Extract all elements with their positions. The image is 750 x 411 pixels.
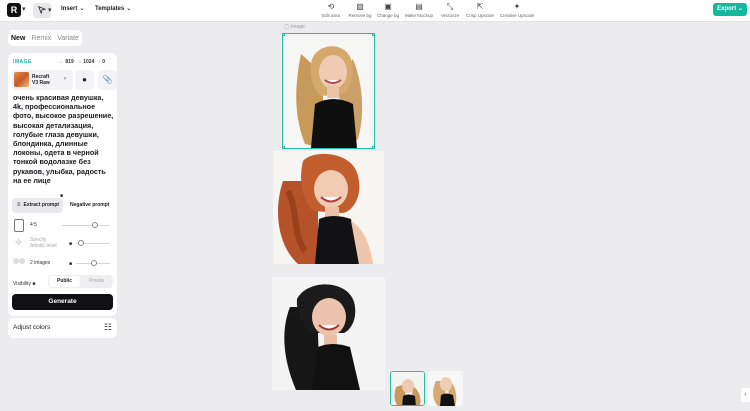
adjust-colors-label: Adjust colors <box>13 324 51 331</box>
prompt-input[interactable]: очень красивая девушка, 4k, профессионал… <box>13 93 114 185</box>
tool-creative-upscale[interactable]: ✦ Creative Upscale <box>493 2 541 18</box>
height-icon: ↕ <box>78 59 82 65</box>
attach-button[interactable]: 📎 <box>98 70 117 90</box>
width-value: 819 <box>65 59 74 65</box>
image-count-label: 2 images <box>30 260 51 266</box>
image-caption-text: Image <box>291 24 305 30</box>
portrait-brunette-image <box>272 277 385 390</box>
lock-icon: ■ <box>69 241 73 247</box>
model-thumbnail <box>14 72 29 87</box>
thumbnail-2[interactable] <box>428 371 463 406</box>
negative-prompt-button[interactable]: Negative prompt <box>70 198 109 213</box>
mode-tabs: New Remix Variate <box>8 30 82 46</box>
artistic-level-label: Specify Artistic level <box>30 237 57 249</box>
aspect-ratio-label: 4:5 <box>30 222 37 228</box>
height-readout[interactable]: ↕ 1024 <box>79 59 95 65</box>
extract-prompt-button[interactable]: ≡ Extract prompt <box>12 198 63 213</box>
visibility-public[interactable]: Public <box>49 276 80 287</box>
menu-insert[interactable]: Insert ⌄ <box>61 5 84 12</box>
top-bar: R ▾ ▾ Insert ⌄ Templates ⌄ ⟲ Edit area ▧ R… <box>0 0 750 22</box>
paperclip-icon: 📎 <box>102 75 113 84</box>
visibility-label: Visibility ■ <box>13 281 35 287</box>
artistic-slider-knob[interactable] <box>78 240 84 246</box>
tool-label: Creative Upscale <box>499 13 535 18</box>
tab-remix[interactable]: Remix <box>31 35 51 42</box>
generation-panel: IMAGE ↔ 819 ↕ 1024 ∕ 0 Recraft V3 Raw › ● 📎… <box>8 53 117 316</box>
lock-icon: ■ <box>69 261 73 267</box>
portrait-redhead-image <box>273 151 384 264</box>
count-readout[interactable]: ∕ 0 <box>99 59 105 65</box>
thumbnail-1[interactable] <box>390 371 425 406</box>
thumbnail-blonde-image <box>391 372 424 405</box>
portrait-blonde-image <box>283 34 374 148</box>
export-button[interactable]: Export ⌄ <box>713 3 747 16</box>
artistic-level-row: ✧ Specify Artistic level ■ <box>12 237 113 251</box>
canvas-image-1[interactable] <box>282 33 375 149</box>
menu-insert-label: Insert <box>61 6 78 12</box>
collapse-handle[interactable]: ‹ <box>741 388 750 402</box>
resize-handle[interactable] <box>372 34 374 36</box>
model-name-line2: V3 Raw <box>32 80 50 86</box>
aspect-slider-track[interactable] <box>62 225 110 226</box>
thumbnail-blonde-image <box>428 371 463 406</box>
lock-icon: ■ <box>32 281 36 287</box>
resize-handle[interactable] <box>372 146 374 148</box>
chevron-down-icon[interactable]: ▾ <box>48 6 52 14</box>
model-selector[interactable]: Recraft V3 Raw › <box>12 70 73 90</box>
resize-handle[interactable] <box>283 34 285 36</box>
count-value: 0 <box>102 59 105 65</box>
chevron-down-icon[interactable]: ▾ <box>22 5 26 13</box>
section-label: IMAGE <box>13 59 32 65</box>
width-icon: ↔ <box>58 59 64 65</box>
creative-upscale-icon: ✦ <box>513 2 521 11</box>
chevron-down-icon: ⌄ <box>79 6 85 12</box>
visibility-toggle: Public Private <box>48 275 113 288</box>
visibility-private[interactable]: Private <box>81 276 112 287</box>
menu-templates-label: Templates <box>95 6 125 12</box>
extract-prompt-label: Extract prompt <box>23 202 60 208</box>
menu-templates[interactable]: Templates ⌄ <box>95 5 131 12</box>
generate-button[interactable]: Generate <box>12 294 113 310</box>
chevron-down-icon: ⌄ <box>126 6 132 12</box>
model-name: Recraft V3 Raw <box>32 74 50 86</box>
image-caption: ◯ Image <box>284 24 305 30</box>
export-label: Export <box>717 6 737 12</box>
brush-icon: ∕ <box>99 59 101 65</box>
lock-icon: ■ <box>60 193 64 199</box>
canvas-image-3[interactable] <box>272 277 385 390</box>
sliders-icon: ☷ <box>103 322 112 332</box>
chevron-down-icon: ⌄ <box>737 6 743 12</box>
chevron-right-icon: › <box>64 76 66 82</box>
artistic-label-line2: Artistic level <box>30 243 57 249</box>
model-row: Recraft V3 Raw › ● 📎 <box>12 70 117 91</box>
cursor-icon <box>38 6 47 15</box>
image-count-row: 2 images ■ <box>12 257 113 271</box>
tab-variate[interactable]: Variate <box>57 35 79 42</box>
height-value: 1024 <box>83 59 95 65</box>
adjust-colors-panel[interactable]: Adjust colors ☷ <box>8 318 117 338</box>
aspect-slider-knob[interactable] <box>92 222 98 228</box>
width-readout[interactable]: ↔ 819 <box>58 59 73 65</box>
sparkle-icon: ✧ <box>14 237 24 249</box>
aspect-ratio-row: 4:5 <box>12 219 113 233</box>
tab-new[interactable]: New <box>11 35 25 42</box>
resize-handle[interactable] <box>283 146 285 148</box>
palette-icon: ● <box>82 75 87 84</box>
image-count-slider-knob[interactable] <box>91 260 97 266</box>
canvas-image-2[interactable] <box>273 151 384 264</box>
image-dimensions: ↔ 819 ↕ 1024 ∕ 0 <box>58 59 105 65</box>
aspect-ratio-icon[interactable] <box>14 219 24 232</box>
sliders-icon: ≡ <box>17 202 21 208</box>
app-logo[interactable]: R <box>7 3 21 17</box>
images-icon <box>19 258 25 264</box>
visibility-text: Visibility <box>13 281 31 287</box>
chevron-left-icon: ‹ <box>744 392 747 398</box>
style-palette-button[interactable]: ● <box>75 70 94 90</box>
